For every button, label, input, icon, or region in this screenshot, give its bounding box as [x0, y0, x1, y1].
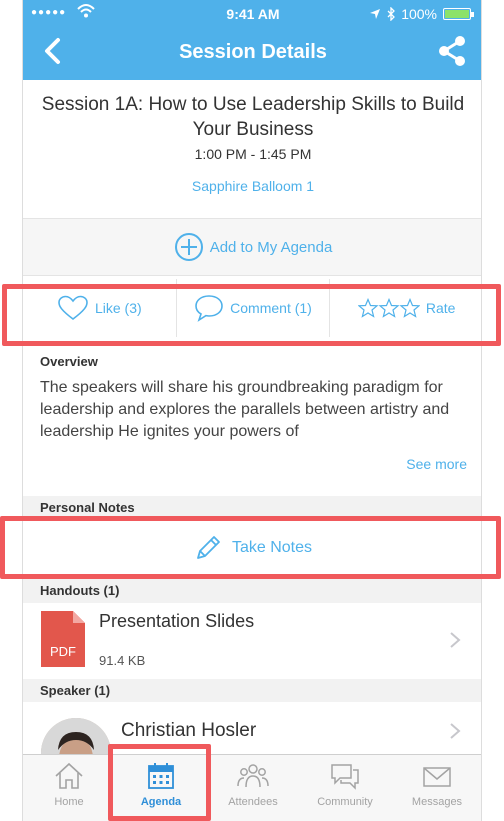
handout-size: 91.4 KB: [99, 653, 146, 668]
tab-agenda[interactable]: Agenda: [115, 755, 207, 821]
overview-heading: Overview: [40, 354, 98, 369]
take-notes-label: Take Notes: [231, 539, 313, 556]
action-bar: Like (3) Comment (1) Rate: [23, 279, 481, 337]
session-time: 1:00 PM - 1:45 PM: [194, 146, 312, 162]
pdf-file-icon: PDF: [41, 611, 85, 667]
session-room-link[interactable]: Sapphire Balloom 1: [23, 178, 481, 194]
tab-attendees[interactable]: Attendees: [207, 755, 299, 821]
chevron-right-icon: [450, 632, 461, 648]
speaker-item[interactable]: Christian Hosler: [23, 702, 481, 788]
pdf-badge-label: PDF: [50, 644, 76, 659]
take-notes-button[interactable]: Take Notes: [23, 520, 481, 576]
tab-messages[interactable]: Messages: [391, 755, 481, 821]
comment-label: Comment (1): [230, 300, 312, 316]
tab-home[interactable]: Home: [23, 755, 115, 821]
rate-label: Rate: [425, 300, 456, 316]
people-icon: [237, 764, 269, 788]
see-more-link[interactable]: See more: [406, 456, 467, 472]
tab-home-label: Home: [54, 796, 84, 808]
phone-screen: ●●●●● 9:41 AM 100% Session Details Sessi…: [22, 0, 482, 821]
location-icon: [370, 9, 381, 19]
chevron-right-icon: [450, 723, 461, 739]
calendar-icon: [148, 763, 174, 789]
like-button[interactable]: Like (3): [23, 279, 177, 337]
comment-bubble-icon: [195, 295, 223, 322]
rate-button[interactable]: Rate: [330, 279, 481, 337]
comment-button[interactable]: Comment (1): [177, 279, 331, 337]
tab-messages-label: Messages: [411, 796, 463, 808]
session-title: Session 1A: How to Use Leadership Skills…: [41, 94, 465, 140]
overview-text: The speakers will share his groundbreaki…: [40, 379, 450, 440]
chat-icon: [331, 764, 359, 790]
pencil-icon: [197, 536, 220, 559]
home-icon: [55, 762, 83, 789]
tab-agenda-label: Agenda: [140, 796, 182, 808]
tab-community[interactable]: Community: [299, 755, 391, 821]
personal-notes-heading: Personal Notes: [23, 496, 481, 520]
battery-icon: [443, 8, 474, 20]
bluetooth-icon: [387, 7, 396, 21]
header: ●●●●● 9:41 AM 100% Session Details: [23, 0, 481, 80]
tab-bar: Home Agenda Attendees Community Messages: [23, 754, 481, 821]
tab-attendees-label: Attendees: [228, 796, 278, 808]
page-title: Session Details: [179, 41, 327, 63]
status-bar: ●●●●● 9:41 AM 100%: [23, 4, 481, 24]
overview-section: Overview The speakers will share his gro…: [23, 344, 481, 472]
star-rating-icon: [357, 298, 420, 318]
share-icon[interactable]: [435, 34, 469, 68]
speaker-heading: Speaker (1): [23, 679, 481, 702]
nav-bar: Session Details: [23, 30, 481, 74]
status-right: 100%: [369, 6, 474, 22]
speaker-name: Christian Hosler: [121, 720, 257, 741]
handouts-heading: Handouts (1): [23, 578, 481, 603]
handout-title: Presentation Slides: [99, 611, 255, 631]
heart-icon: [58, 295, 88, 321]
add-to-agenda-label: Add to My Agenda: [209, 238, 333, 256]
handout-item[interactable]: PDF Presentation Slides 91.4 KB: [23, 603, 481, 679]
add-to-agenda-button[interactable]: Add to My Agenda: [23, 218, 481, 276]
battery-percent: 100%: [401, 6, 437, 22]
session-info: Session 1A: How to Use Leadership Skills…: [23, 92, 481, 194]
plus-circle-icon: [174, 233, 203, 261]
tab-community-label: Community: [317, 796, 373, 808]
like-label: Like (3): [94, 300, 142, 316]
envelope-icon: [423, 767, 451, 787]
